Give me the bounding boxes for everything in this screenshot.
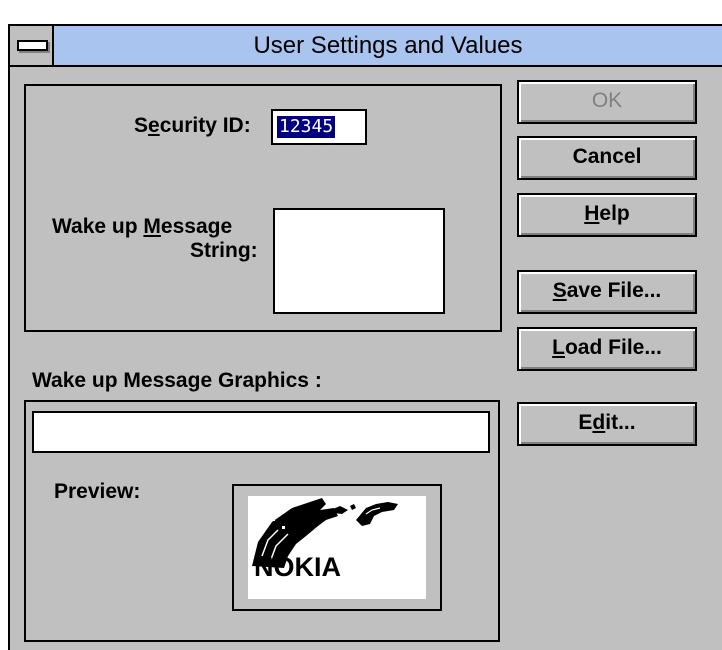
edit-button[interactable]: Edit... [517, 402, 697, 446]
ok-button[interactable]: OK [517, 80, 697, 124]
wake-string-label-line2: String: [190, 239, 258, 262]
security-id-label: Security ID: [134, 114, 251, 137]
preview-label: Preview: [54, 480, 141, 503]
wake-string-label-line1: Wake up Message [52, 215, 233, 238]
system-menu-button[interactable] [10, 26, 54, 65]
load-file-button[interactable]: Load File... [517, 327, 697, 371]
wake-message-string-field[interactable] [273, 208, 445, 314]
system-menu-icon [17, 40, 48, 51]
title-bar[interactable]: User Settings and Values [8, 24, 722, 67]
nokia-logo-text: NOKIA [254, 552, 341, 582]
cancel-button[interactable]: Cancel [517, 136, 697, 180]
help-button[interactable]: Help [517, 193, 697, 237]
window-title: User Settings and Values [253, 32, 523, 59]
nokia-hands-graphic: NOKIA [252, 498, 398, 582]
save-file-button[interactable]: Save File... [517, 270, 697, 314]
security-id-field[interactable]: 12345 [271, 109, 367, 145]
preview-image: NOKIA [248, 496, 426, 599]
graphics-file-field[interactable] [32, 411, 490, 453]
security-id-value: 12345 [277, 116, 336, 138]
graphics-label: Wake up Message Graphics : [32, 369, 322, 392]
preview-frame: NOKIA [232, 484, 442, 611]
